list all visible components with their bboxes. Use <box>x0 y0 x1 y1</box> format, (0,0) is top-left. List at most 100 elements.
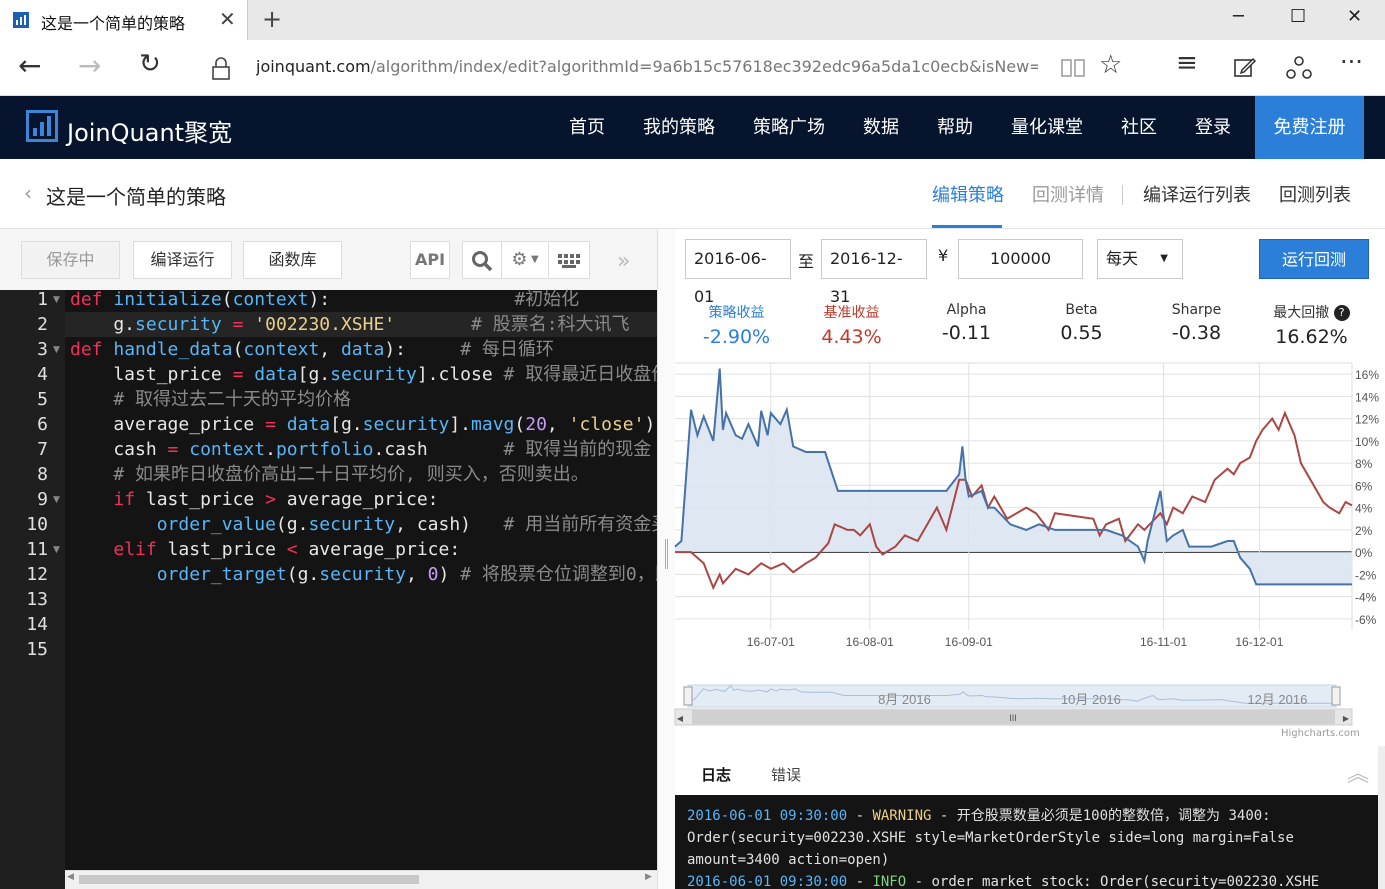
code-line: order_target(g.security, 0) # 将股票仓位调整到0，… <box>156 564 657 585</box>
y-tick-label: 0% <box>1355 546 1373 560</box>
scroll-left-icon[interactable]: ◀ <box>67 872 74 882</box>
close-window-icon[interactable]: ✕ <box>1347 6 1362 27</box>
new-tab-icon[interactable]: + <box>262 5 282 33</box>
nav-strategy-square[interactable]: 策略广场 <box>734 96 844 159</box>
line-number: 13 <box>26 589 48 610</box>
minimize-window-icon[interactable]: ─ <box>1233 6 1244 27</box>
back-arrow-icon[interactable]: ← <box>18 49 41 82</box>
page-scrollbar[interactable] <box>1378 746 1385 889</box>
nav-home[interactable]: 首页 <box>550 96 624 159</box>
splitter-grip-icon[interactable] <box>665 539 668 569</box>
forward-arrow-icon[interactable]: → <box>78 49 101 82</box>
settings-gear-icon[interactable]: ⚙ ▼ <box>501 241 549 279</box>
scroll-right-icon[interactable]: ▶ <box>645 872 652 882</box>
save-button[interactable]: 保存中 <box>21 241 120 279</box>
y-tick-label: 6% <box>1355 479 1373 493</box>
log-entry: 2016-06-01 09:30:00 - INFO - order_marke… <box>687 871 1366 889</box>
x-tick-label: 16-08-01 <box>846 635 894 649</box>
collapse-panel-icon[interactable]: » <box>617 249 630 274</box>
keyboard-icon[interactable] <box>548 241 590 279</box>
log-output[interactable]: 2016-06-01 09:30:00 - WARNING - 开仓股票数量必须… <box>675 795 1378 889</box>
line-number: 1 <box>37 289 48 310</box>
strategy-title-bar: ‹ 这是一个简单的策略 编辑策略 回测详情 编译运行列表 回测列表 <box>0 159 1385 229</box>
code-line: g.security = '002230.XSHE' # 股票名:科大讯飞 <box>70 314 630 335</box>
metric-value: 0.55 <box>1060 322 1103 344</box>
api-button[interactable]: API <box>410 241 450 279</box>
line-number: 15 <box>26 639 48 660</box>
fold-arrow-icon[interactable]: ▼ <box>53 345 60 355</box>
help-question-icon[interactable]: ? <box>1333 305 1350 321</box>
navigator-right-handle[interactable] <box>1331 686 1341 706</box>
nav-community[interactable]: 社区 <box>1102 96 1176 159</box>
tab-edit-strategy[interactable]: 编辑策略 <box>932 181 1004 207</box>
nav-my-strategies[interactable]: 我的策略 <box>624 96 734 159</box>
metric-label: Sharpe <box>1171 302 1222 318</box>
maximize-window-icon[interactable]: ☐ <box>1290 6 1306 27</box>
end-date-input[interactable]: 2016-12-31 <box>821 239 927 306</box>
more-options-icon[interactable]: ··· <box>1340 48 1363 76</box>
nav-help[interactable]: 帮助 <box>918 96 992 159</box>
back-chevron-icon[interactable]: ‹ <box>24 181 32 205</box>
tab-compile-run-list[interactable]: 编译运行列表 <box>1143 181 1251 207</box>
compile-run-button[interactable]: 编译运行 <box>133 241 232 279</box>
web-note-icon[interactable] <box>1233 56 1257 80</box>
fold-arrow-icon[interactable]: ▼ <box>53 495 60 505</box>
nav-data[interactable]: 数据 <box>844 96 918 159</box>
hub-menu-icon[interactable]: ≡ <box>1176 48 1198 78</box>
site-logo-text[interactable]: JoinQuant聚宽 <box>67 113 232 148</box>
code-content[interactable]: def initialize(context): #初始化 g.security… <box>70 287 657 662</box>
metric-benchmark-return: 基准收益 4.43% <box>794 302 909 348</box>
scroll-left-icon[interactable]: ◀ <box>677 714 684 723</box>
navigator-left-handle[interactable] <box>683 686 693 706</box>
address-bar: ← → ↻ joinquant.com/algorithm/index/edit… <box>0 40 1385 96</box>
line-number: 4 <box>37 364 48 385</box>
share-icon[interactable] <box>1286 55 1312 81</box>
start-date-input[interactable]: 2016-06-01 <box>685 239 791 306</box>
code-line: def initialize(context): #初始化 <box>70 289 580 310</box>
code-line: # 如果昨日收盘价高出二十日平均价, 则买入，否则卖出。 <box>113 464 589 485</box>
fold-arrow-icon[interactable]: ▼ <box>53 545 60 555</box>
run-backtest-button[interactable]: 运行回测 <box>1259 239 1369 279</box>
joinquant-logo-icon[interactable] <box>26 110 58 142</box>
x-tick-label: 16-09-01 <box>945 635 993 649</box>
reading-view-icon[interactable] <box>1060 57 1086 79</box>
navigator-selection[interactable] <box>687 684 1337 708</box>
favorite-star-icon[interactable]: ☆ <box>1099 50 1122 80</box>
close-tab-icon[interactable]: ✕ <box>219 7 236 31</box>
log-timestamp: 2016-06-01 09:30:00 <box>687 874 848 889</box>
refresh-icon[interactable]: ↻ <box>139 49 161 79</box>
highcharts-credit-link[interactable]: Highcharts.com <box>1281 728 1360 739</box>
frequency-select[interactable]: 每天 ▼ <box>1097 239 1183 279</box>
url-host: joinquant.com <box>256 57 371 76</box>
fold-arrow-icon[interactable]: ▼ <box>53 295 60 305</box>
scrollbar-thumb[interactable] <box>79 875 419 884</box>
chevron-down-icon: ▼ <box>1160 253 1168 264</box>
collapse-up-icon[interactable]: ︽ <box>1347 756 1369 788</box>
search-icon[interactable] <box>462 241 502 279</box>
tab-backtest-details[interactable]: 回测详情 <box>1032 181 1104 207</box>
metrics-row: 策略收益 -2.90% 基准收益 4.43% Alpha -0.11 Beta … <box>675 292 1375 354</box>
log-level: INFO <box>872 874 907 889</box>
nav-login[interactable]: 登录 <box>1176 96 1250 159</box>
site-header: JoinQuant聚宽 首页 我的策略 策略广场 数据 帮助 量化课堂 社区 登… <box>0 96 1385 159</box>
code-editor[interactable]: 1 2 3 4 5 6 7 8 9 10 11 12 13 14 15 ▼ ▼ … <box>0 287 657 870</box>
function-library-button[interactable]: 函数库 <box>243 241 342 279</box>
code-line: elif last_price < average_price: <box>113 539 461 560</box>
scrollbar-grip-icon: III <box>1009 713 1017 723</box>
strategy-name[interactable]: 这是一个简单的策略 <box>46 181 226 210</box>
signup-button[interactable]: 免费注册 <box>1255 96 1364 159</box>
returns-chart[interactable]: 16% 14% 12% 10% 8% 6% 4% 2% 0% -2% -4% -6% 16-07-01… <box>672 355 1385 745</box>
metric-label: 基准收益 <box>823 305 880 321</box>
tab-log[interactable]: 日志 <box>701 764 731 785</box>
editor-horizontal-scrollbar[interactable]: ◀ ▶ <box>65 870 657 889</box>
url-field[interactable]: joinquant.com/algorithm/index/edit?algor… <box>256 57 1038 76</box>
metric-value: -0.11 <box>941 322 992 344</box>
browser-tab[interactable]: 这是一个简单的策略 ✕ <box>0 0 248 40</box>
scroll-right-icon[interactable]: ▶ <box>1343 714 1350 723</box>
initial-capital-input[interactable]: 100000 <box>958 239 1083 279</box>
tab-backtest-list[interactable]: 回测列表 <box>1279 181 1351 207</box>
tab-errors[interactable]: 错误 <box>771 764 801 785</box>
log-message: - order_market_stock: Order(security=002… <box>906 874 1320 889</box>
nav-quant-class[interactable]: 量化课堂 <box>992 96 1102 159</box>
